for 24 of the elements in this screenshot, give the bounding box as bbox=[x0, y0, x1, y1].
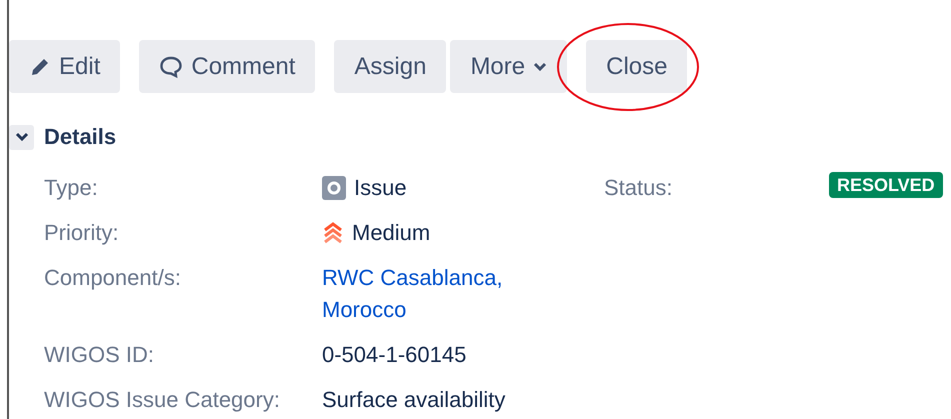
field-label: WIGOS ID: bbox=[44, 341, 155, 369]
section-title: Details bbox=[44, 124, 116, 150]
field-label: WIGOS Issue Category: bbox=[44, 386, 281, 414]
component-link[interactable]: RWC Casablanca, Morocco bbox=[322, 262, 522, 326]
issue-type-icon bbox=[322, 176, 346, 200]
field-value: Issue bbox=[354, 174, 407, 202]
field-value: Medium bbox=[352, 219, 430, 247]
field-label: Type: bbox=[44, 174, 99, 202]
chevron-down-icon bbox=[14, 132, 28, 142]
status-badge: RESOLVED bbox=[829, 172, 943, 198]
toolbar-button[interactable]: Comment bbox=[139, 40, 316, 93]
more-dropdown-button[interactable]: More bbox=[450, 40, 568, 93]
collapse-toggle[interactable] bbox=[9, 124, 34, 150]
chevron-down-icon bbox=[533, 62, 548, 72]
comment-icon bbox=[159, 54, 184, 78]
priority-icon bbox=[322, 221, 344, 245]
field-value: Surface availability bbox=[322, 386, 506, 414]
toolbar-button[interactable]: Assign bbox=[334, 40, 446, 93]
field-label: Priority: bbox=[44, 219, 120, 247]
field-value: 0-504-1-60145 bbox=[322, 341, 466, 369]
toolbar-button[interactable]: Close bbox=[586, 40, 688, 93]
field-label: Status: bbox=[604, 174, 674, 202]
toolbar-button[interactable]: Edit bbox=[9, 40, 120, 93]
field-label: Component/s: bbox=[44, 264, 182, 292]
